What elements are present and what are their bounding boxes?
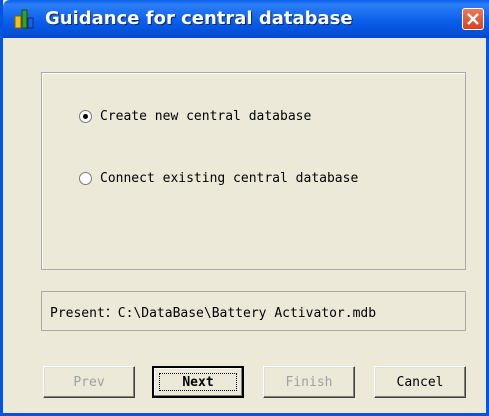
present-path-box: Present：C:\DataBase\Battery Activator.md… (41, 291, 466, 331)
title-bar[interactable]: Guidance for central database (3, 0, 489, 38)
next-button[interactable]: Next (152, 366, 244, 398)
radio-label-create: Create new central database (100, 108, 312, 124)
radio-button[interactable] (79, 109, 92, 123)
close-icon (467, 13, 479, 25)
focus-indicator (159, 373, 237, 391)
cancel-button[interactable]: Cancel (374, 366, 466, 398)
radio-create-new[interactable]: Create new central database (79, 106, 311, 126)
close-button[interactable] (462, 8, 484, 30)
radio-connect-existing[interactable]: Connect existing central database (79, 168, 358, 188)
radio-label-connect: Connect existing central database (100, 170, 359, 186)
prev-button[interactable]: Prev (43, 366, 135, 398)
app-icon (14, 9, 34, 29)
radio-button[interactable] (79, 171, 92, 185)
finish-button-label: Finish (285, 374, 333, 390)
finish-button[interactable]: Finish (263, 366, 355, 398)
wizard-dialog: Guidance for central database Create new… (0, 0, 489, 416)
cancel-button-label: Cancel (396, 374, 444, 390)
radio-selected-dot (83, 113, 88, 119)
prev-button-label: Prev (73, 374, 105, 390)
window-title: Guidance for central database (45, 8, 353, 29)
present-path-text: Present：C:\DataBase\Battery Activator.md… (50, 305, 377, 321)
